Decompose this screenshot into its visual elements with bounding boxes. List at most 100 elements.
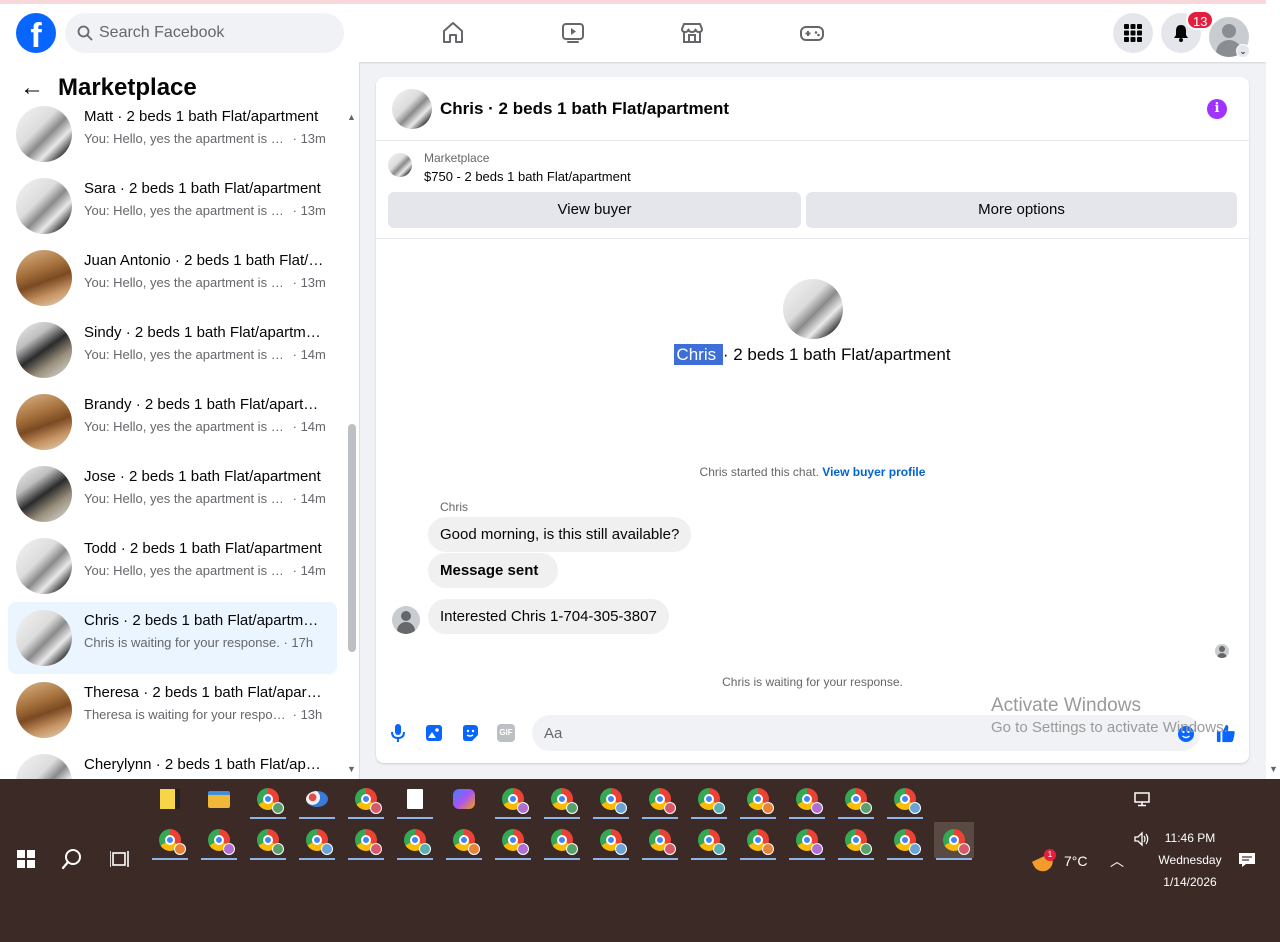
chrome-app[interactable] <box>885 822 925 860</box>
facebook-logo[interactable]: f <box>16 13 56 53</box>
info-icon[interactable]: i <box>1207 99 1227 119</box>
chrome-app[interactable] <box>640 822 680 860</box>
chrome-icon <box>894 829 921 855</box>
chrome-app[interactable] <box>934 822 974 860</box>
chrome-app[interactable] <box>836 781 876 819</box>
gif-button[interactable]: GIF <box>496 723 516 743</box>
paint-app[interactable] <box>297 781 337 819</box>
chrome-app[interactable] <box>199 822 239 860</box>
chrome-app[interactable] <box>346 781 386 819</box>
sticky-notes-app[interactable] <box>150 781 190 817</box>
chrome-app[interactable] <box>346 822 386 860</box>
message-bubble[interactable]: Message sent <box>428 553 559 588</box>
listing-thumbnail[interactable] <box>388 153 412 177</box>
chrome-icon <box>502 829 529 855</box>
listing-price[interactable]: $750 - 2 beds 1 bath Flat/apartment <box>424 169 631 184</box>
chat-header-avatar[interactable] <box>392 89 432 129</box>
chrome-app[interactable] <box>444 822 484 860</box>
conversation-title: Chris · 2 beds 1 bath Flat/apartment <box>84 612 324 629</box>
conversation-item[interactable]: Sara · 2 beds 1 bath Flat/apartment You: … <box>8 170 337 242</box>
sticker-button[interactable] <box>460 723 480 743</box>
message-bubble[interactable]: Good morning, is this still available? <box>428 517 692 552</box>
chrome-app[interactable] <box>836 822 876 860</box>
clock-date[interactable]: 1/14/2026 <box>1150 875 1230 889</box>
chrome-app[interactable] <box>493 822 533 860</box>
conversation-item[interactable]: Jose · 2 beds 1 bath Flat/apartment You: … <box>8 458 337 530</box>
chrome-app[interactable] <box>885 781 925 819</box>
page-scroll-down-arrow-icon[interactable]: ▼ <box>1269 764 1278 774</box>
chat-started-notice: Chris started this chat. View buyer prof… <box>376 465 1249 479</box>
menu-button[interactable] <box>1113 13 1153 53</box>
sender-avatar[interactable] <box>392 606 420 634</box>
page-scrollbar[interactable]: ▼ <box>1266 0 1280 779</box>
search-box[interactable] <box>65 13 344 53</box>
chrome-app[interactable] <box>248 822 288 860</box>
chrome-app[interactable] <box>738 781 778 819</box>
conversation-item[interactable]: Brandy · 2 beds 1 bath Flat/apartment You… <box>8 386 337 458</box>
chevron-down-icon[interactable]: ⌄ <box>1236 44 1250 58</box>
conversation-preview: You: Hello, yes the apartment is still a… <box>84 419 334 434</box>
start-button[interactable] <box>6 841 46 877</box>
chevron-up-icon[interactable]: ︿ <box>1110 851 1124 871</box>
chrome-app[interactable] <box>297 822 337 860</box>
message-bubble[interactable]: Interested Chris 1-704-305-3807 <box>428 599 669 634</box>
chrome-app[interactable] <box>738 822 778 860</box>
attach-photo-button[interactable] <box>424 723 444 743</box>
file-explorer-app[interactable] <box>199 781 239 817</box>
clock-day[interactable]: Wednesday <box>1150 853 1230 867</box>
buyer-profile-avatar[interactable] <box>783 279 843 339</box>
conversation-item[interactable]: Theresa · 2 beds 1 bath Flat/apartment Th… <box>8 674 337 746</box>
paint-icon <box>306 791 328 807</box>
conversation-item[interactable]: Juan Antonio · 2 beds 1 bath Flat/apartm… <box>8 242 337 314</box>
buyer-profile-name: Chris · 2 beds 1 bath Flat/apartment <box>376 344 1249 365</box>
grid-menu-icon <box>1124 24 1142 42</box>
chrome-app[interactable] <box>689 781 729 819</box>
copilot-app[interactable] <box>444 781 484 817</box>
notification-center-icon[interactable] <box>1238 851 1256 874</box>
chrome-app[interactable] <box>542 822 582 860</box>
gaming-nav-button[interactable] <box>798 19 826 47</box>
voice-clip-button[interactable] <box>388 723 408 743</box>
view-buyer-button[interactable]: View buyer <box>388 192 801 228</box>
chrome-app[interactable] <box>150 822 190 860</box>
chrome-app[interactable] <box>787 781 827 819</box>
more-options-button[interactable]: More options <box>806 192 1237 228</box>
speaker-icon[interactable] <box>1133 831 1151 852</box>
scroll-down-arrow-icon[interactable]: ▼ <box>347 764 356 774</box>
view-buyer-profile-link[interactable]: View buyer profile <box>822 465 925 479</box>
sidebar-scrollbar-thumb[interactable] <box>348 424 356 652</box>
chat-header-title[interactable]: Chris · 2 beds 1 bath Flat/apartment <box>440 99 729 119</box>
task-view-icon <box>110 851 129 867</box>
conversation-item[interactable]: Chris · 2 beds 1 bath Flat/apartment Chri… <box>8 602 337 674</box>
scroll-up-arrow-icon[interactable]: ▲ <box>347 112 356 122</box>
chrome-app[interactable] <box>591 822 631 860</box>
chrome-app[interactable] <box>395 822 435 860</box>
search-input[interactable] <box>99 24 319 42</box>
chat-started-text: Chris started this chat. <box>699 465 819 479</box>
conversation-thumbnail <box>16 322 72 378</box>
conversation-title: Cherylynn · 2 beds 1 bath Flat/apartment <box>84 756 324 773</box>
conversation-timestamp: 14m <box>300 491 326 506</box>
conversation-item[interactable]: Cherylynn · 2 beds 1 bath Flat/apartment <box>8 746 337 779</box>
chrome-app[interactable] <box>248 781 288 819</box>
weather-icon[interactable]: 1 <box>1031 849 1058 875</box>
task-view-button[interactable] <box>100 841 140 877</box>
show-desktop-monitor-icon[interactable] <box>1122 781 1162 817</box>
chrome-app[interactable] <box>689 822 729 860</box>
video-nav-button[interactable] <box>559 19 587 47</box>
notepad-app[interactable] <box>395 781 435 819</box>
temperature[interactable]: 7°C <box>1064 853 1088 869</box>
chrome-app[interactable] <box>493 781 533 819</box>
conversation-item[interactable]: Sindy · 2 beds 1 bath Flat/apartment You:… <box>8 314 337 386</box>
taskbar-search-button[interactable] <box>52 841 92 877</box>
marketplace-nav-button[interactable] <box>678 19 706 47</box>
conversation-title: Juan Antonio · 2 beds 1 bath Flat/apartm… <box>84 252 324 269</box>
chrome-app[interactable] <box>640 781 680 819</box>
chrome-app[interactable] <box>542 781 582 819</box>
conversation-item[interactable]: Todd · 2 beds 1 bath Flat/apartment You: … <box>8 530 337 602</box>
clock-time[interactable]: 11:46 PM <box>1150 831 1230 845</box>
chrome-app[interactable] <box>591 781 631 819</box>
home-nav-button[interactable] <box>439 19 467 47</box>
chrome-app[interactable] <box>787 822 827 860</box>
conversation-item[interactable]: Matt · 2 beds 1 bath Flat/apartment You: … <box>8 98 337 170</box>
